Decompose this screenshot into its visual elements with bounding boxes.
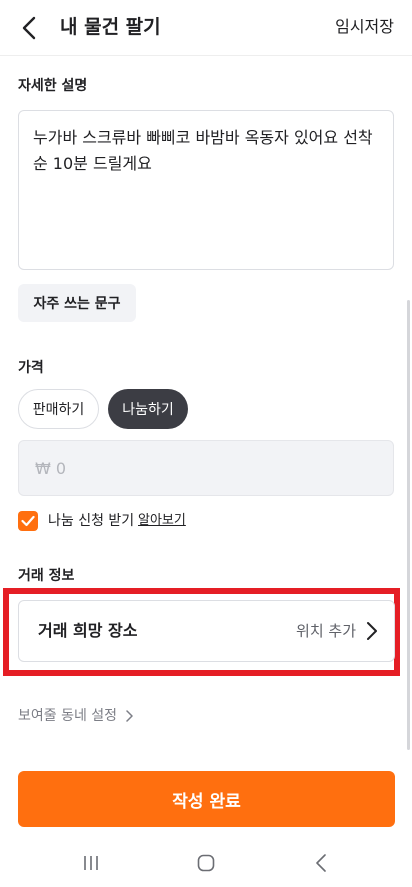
price-label: 가격 (18, 360, 44, 376)
save-draft-button[interactable]: 임시저장 (335, 15, 394, 39)
recent-apps-icon (84, 856, 98, 870)
description-text: 누가바 스크류바 빠삐코 바밤바 옥동자 있어요 선착순 10분 드릴게요 (33, 128, 373, 173)
frequent-phrases-button[interactable]: 자주 쓰는 문구 (18, 284, 136, 322)
check-icon (21, 515, 35, 527)
neighborhood-setting-label: 보여줄 동네 설정 (18, 708, 118, 724)
neighborhood-setting-link[interactable]: 보여줄 동네 설정 (18, 706, 133, 726)
home-icon (197, 854, 215, 872)
system-nav-bar (0, 840, 412, 887)
back-button[interactable] (12, 10, 48, 46)
add-location-label: 위치 추가 (296, 622, 356, 640)
description-label: 자세한 설명 (18, 78, 88, 94)
price-input[interactable]: ₩ 0 (18, 440, 394, 496)
deal-place-row[interactable]: 거래 희망 장소 위치 추가 (18, 600, 395, 662)
deal-info-label: 거래 정보 (18, 568, 75, 584)
share-request-checkbox[interactable] (18, 511, 38, 531)
scrollbar[interactable] (407, 300, 410, 750)
back-arrow-icon (316, 854, 326, 872)
sell-chip[interactable]: 판매하기 (18, 389, 99, 429)
page-title: 내 물건 팔기 (60, 16, 161, 38)
chevron-right-icon (367, 622, 377, 640)
system-back-button[interactable] (306, 848, 336, 878)
description-textarea[interactable]: 누가바 스크류바 빠삐코 바밤바 옥동자 있어요 선착순 10분 드릴게요 (18, 110, 394, 270)
share-request-label: 나눔 신청 받기 (48, 513, 135, 529)
recent-apps-button[interactable] (76, 848, 106, 878)
price-placeholder: ₩ 0 (35, 458, 67, 478)
share-chip[interactable]: 나눔하기 (108, 389, 188, 429)
home-button[interactable] (191, 848, 221, 878)
deal-place-title: 거래 희망 장소 (38, 621, 138, 640)
chevron-left-icon (22, 16, 36, 40)
submit-button[interactable]: 작성 완료 (18, 771, 395, 827)
header: 내 물건 팔기 임시저장 (0, 0, 412, 56)
chevron-right-small-icon (126, 710, 133, 722)
learn-more-link[interactable]: 알아보기 (138, 511, 186, 531)
